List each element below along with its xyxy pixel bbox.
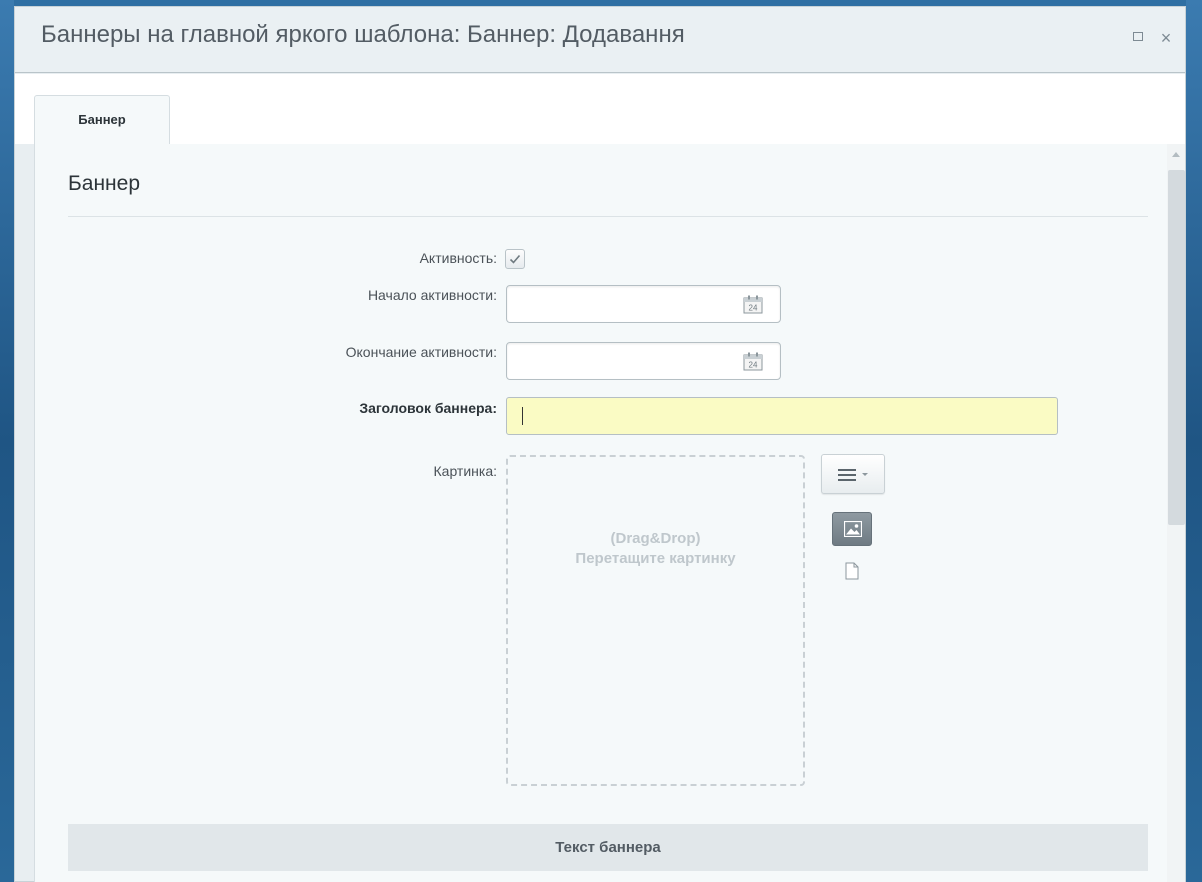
calendar-icon[interactable]: 24 — [743, 295, 763, 314]
scroll-up-arrow-icon[interactable] — [1172, 152, 1180, 157]
svg-text:24: 24 — [749, 361, 758, 370]
desktop-background-left — [0, 0, 14, 882]
section-divider — [68, 216, 1148, 217]
close-button[interactable]: × — [1157, 29, 1175, 47]
active-checkbox[interactable] — [505, 249, 525, 269]
desktop-background-right — [1186, 0, 1202, 882]
vertical-scrollbar[interactable] — [1167, 144, 1185, 882]
dialog-title: Баннеры на главной яркого шаблона: Банне… — [41, 21, 685, 48]
scrollbar-thumb[interactable] — [1168, 170, 1185, 525]
start-date-field[interactable]: 24 — [506, 285, 781, 323]
banner-title-input[interactable] — [507, 398, 1057, 434]
file-icon[interactable] — [845, 562, 859, 580]
maximize-icon — [1133, 32, 1143, 42]
end-date-input[interactable] — [507, 343, 737, 379]
dialog-titlebar[interactable]: Баннеры на главной яркого шаблона: Банне… — [15, 7, 1185, 73]
active-label: Активность: — [419, 250, 497, 266]
dropzone-hint-line1: (Drag&Drop) — [610, 530, 701, 547]
checkmark-icon — [509, 254, 521, 264]
svg-text:24: 24 — [749, 304, 758, 313]
start-date-label: Начало активности: — [367, 287, 497, 303]
picture-label: Картинка: — [433, 463, 498, 479]
section-title: Баннер — [68, 172, 141, 195]
tab-strip: Баннер — [15, 74, 1185, 145]
image-mode-button[interactable] — [832, 512, 872, 546]
tab-content: Баннер Активность: Начало активности: 24… — [34, 144, 1185, 882]
end-date-label: Окончание активности: — [345, 344, 497, 360]
dialog-window: Баннеры на главной яркого шаблона: Банне… — [14, 6, 1186, 882]
close-icon: × — [1160, 28, 1172, 48]
banner-title-field[interactable] — [506, 397, 1058, 435]
banner-text-section-header[interactable]: Текст баннера — [68, 824, 1148, 871]
dropzone-hint-line2: Перетащите картинку — [575, 550, 736, 567]
end-date-field[interactable]: 24 — [506, 342, 781, 380]
calendar-icon[interactable]: 24 — [743, 352, 763, 371]
tab-banner[interactable]: Баннер — [34, 95, 170, 145]
banner-title-label: Заголовок баннера: — [359, 400, 497, 416]
hamburger-dropdown-icon — [838, 469, 868, 481]
maximize-button[interactable] — [1129, 29, 1147, 47]
start-date-input[interactable] — [507, 286, 737, 322]
image-icon — [844, 521, 862, 537]
text-caret — [522, 407, 523, 425]
picture-dropzone[interactable]: (Drag&Drop) Перетащите картинку — [506, 455, 805, 786]
picture-menu-button[interactable] — [821, 454, 885, 494]
